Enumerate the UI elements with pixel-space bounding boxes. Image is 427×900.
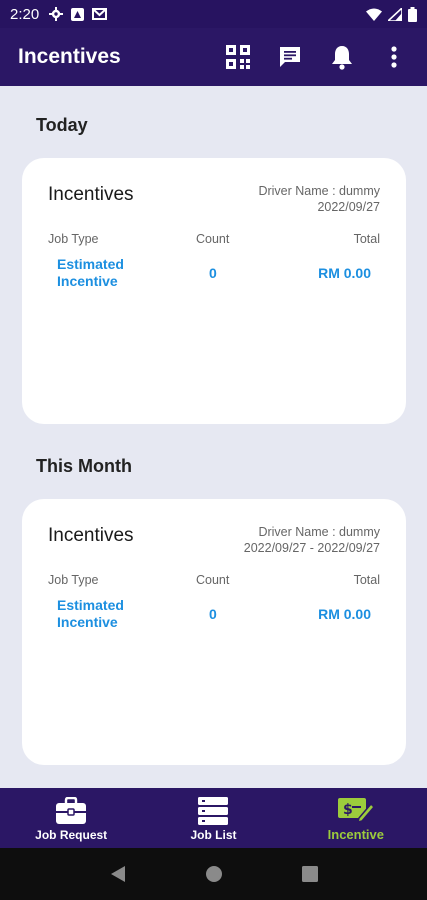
chat-icon [280, 47, 300, 67]
total-cell: RM 0.00 [318, 606, 371, 622]
header-job-type: Job Type [48, 573, 99, 587]
nav-label: Incentive [327, 827, 384, 842]
nav-job-request[interactable]: Job Request [0, 788, 142, 848]
briefcase-icon [56, 796, 87, 824]
bell-icon [332, 46, 352, 70]
header-count: Count [196, 232, 230, 246]
nav-incentive[interactable]: $ Incentive [285, 788, 427, 848]
job-type-line1: Estimated [57, 256, 124, 272]
qr-code-button[interactable] [223, 42, 253, 72]
date-range: 2022/09/27 - 2022/09/27 [243, 541, 380, 555]
card-title: Incentives [48, 525, 134, 546]
nav-job-list[interactable]: Job List [142, 788, 284, 848]
header-total: Total [353, 232, 380, 246]
status-notification-icons [49, 7, 108, 21]
section-title-this-month: This Month [36, 456, 132, 476]
settings-status-icon [49, 7, 64, 21]
header-count: Count [196, 573, 230, 587]
recents-icon[interactable] [301, 866, 318, 882]
status-system-icons [366, 6, 417, 22]
list-icon [198, 796, 229, 825]
incentive-icon: $ [337, 798, 375, 824]
job-type-cell[interactable]: Estimated Incentive [57, 597, 124, 631]
signal-icon [388, 7, 402, 21]
driver-name: Driver Name : dummy [258, 184, 380, 198]
wifi-icon [366, 8, 382, 21]
header-job-type: Job Type [48, 232, 99, 246]
status-time: 2:20 [10, 5, 40, 23]
driver-name: Driver Name : dummy [258, 525, 380, 539]
svg-text:$: $ [343, 802, 353, 818]
more-options-button[interactable] [379, 42, 409, 72]
job-type-line1: Estimated [57, 597, 124, 613]
job-type-line2: Incentive [57, 273, 118, 289]
page-title: Incentives [18, 45, 121, 68]
job-type-line2: Incentive [57, 614, 118, 630]
count-cell: 0 [209, 265, 217, 281]
count-cell: 0 [209, 606, 217, 622]
system-navigation-bar [0, 848, 427, 900]
header-total: Total [353, 573, 380, 587]
battery-icon [408, 6, 417, 22]
section-title-today: Today [36, 115, 88, 135]
card-meta: Driver Name : dummy 2022/09/27 [258, 183, 380, 215]
messages-button[interactable] [275, 42, 305, 72]
date-range: 2022/09/27 [317, 200, 380, 214]
nav-label: Job Request [35, 827, 108, 842]
status-bar: 2:20 [0, 0, 427, 28]
card-title: Incentives [48, 184, 134, 205]
nav-label: Job List [190, 827, 237, 842]
incentives-content: Today Incentives Driver Name : dummy 202… [0, 86, 427, 788]
more-vertical-icon [391, 46, 397, 68]
today-incentives-card: Incentives Driver Name : dummy 2022/09/2… [22, 158, 406, 424]
gmail-status-icon [92, 8, 108, 20]
total-cell: RM 0.00 [318, 265, 371, 281]
app-bar: Incentives [0, 28, 427, 86]
bottom-navigation: Job Request Job List $ Incentive [0, 788, 427, 848]
back-icon[interactable] [110, 865, 126, 883]
notifications-button[interactable] [327, 42, 357, 72]
home-icon[interactable] [205, 865, 223, 883]
job-type-cell[interactable]: Estimated Incentive [57, 256, 124, 290]
card-meta: Driver Name : dummy 2022/09/27 - 2022/09… [244, 524, 380, 556]
qr-code-icon [226, 45, 250, 69]
app-status-icon [71, 7, 85, 21]
this-month-incentives-card: Incentives Driver Name : dummy 2022/09/2… [22, 499, 406, 765]
